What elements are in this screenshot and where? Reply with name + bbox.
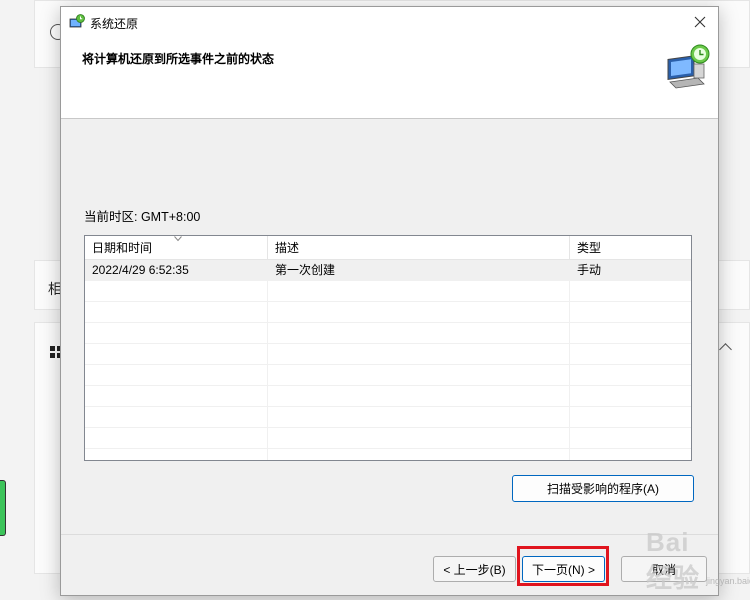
sort-down-icon [174,236,182,242]
dialog-header: 将计算机还原到所选事件之前的状态 [61,37,718,119]
empty-row [85,428,691,449]
table-row[interactable]: 2022/4/29 6:52:35 第一次创建 手动 [85,260,691,281]
highlight-box [517,546,609,586]
system-restore-dialog: 系统还原 将计算机还原到所选事件之前的状态 当前时区: GMT+8:00 日期和… [60,6,750,596]
empty-row [85,365,691,386]
restore-points-table: 日期和时间 描述 类型 2022/4/29 6:52:35 第一次创建 手动 [84,235,692,461]
empty-row [85,323,691,344]
timezone-label: 当前时区: GMT+8:00 [84,210,201,224]
column-header-description[interactable]: 描述 [268,236,568,260]
empty-row [85,344,691,365]
dialog-title: 系统还原 [90,17,139,31]
watermark-url: jingyan.baidu.com [706,576,750,586]
system-restore-icon [69,14,85,28]
close-icon [694,16,706,28]
computer-restore-icon [667,44,710,89]
cell-type: 手动 [577,263,602,277]
scan-affected-programs-button[interactable]: 扫描受影响的程序(A) [512,475,694,502]
empty-row [85,302,691,323]
page-heading: 将计算机还原到所选事件之前的状态 [82,52,275,66]
close-button[interactable] [682,7,718,37]
empty-row [85,386,691,407]
footer-divider [61,534,718,535]
table-header: 日期和时间 描述 类型 [85,236,691,260]
background-green-tab [0,480,6,536]
back-button[interactable]: < 上一步(B) [433,556,516,582]
dialog-titlebar: 系统还原 [61,7,718,37]
cell-datetime: 2022/4/29 6:52:35 [92,263,189,277]
empty-row [85,281,691,302]
empty-row [85,407,691,428]
column-header-type[interactable]: 类型 [570,236,690,260]
cell-description: 第一次创建 [275,263,336,277]
